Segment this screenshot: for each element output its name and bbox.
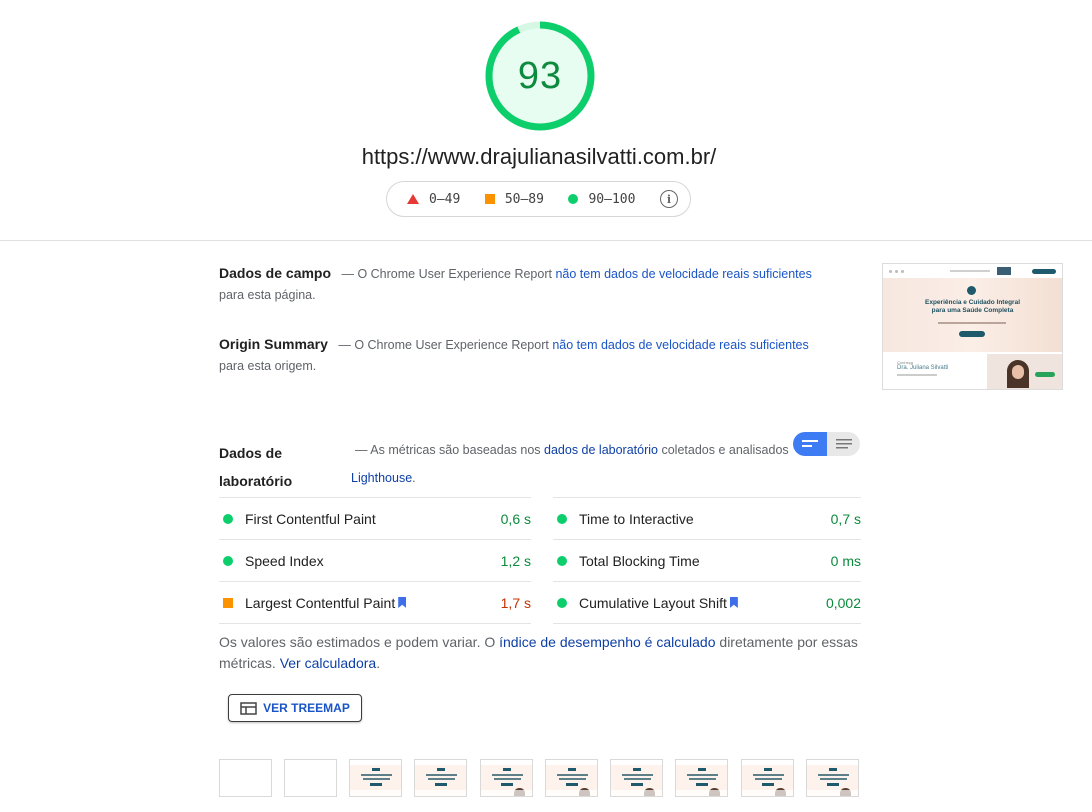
pass-circle-icon xyxy=(223,513,233,524)
filmstrip-frame xyxy=(806,759,859,797)
bookmark-icon xyxy=(729,597,738,608)
filmstrip-frame xyxy=(349,759,402,797)
bookmark-icon xyxy=(398,597,407,608)
pass-circle-icon xyxy=(557,555,567,566)
metric-column-left: First Contentful Paint 0,6 s Speed Index… xyxy=(219,497,531,624)
bars-icon xyxy=(802,440,818,447)
filmstrip-frame xyxy=(610,759,663,797)
metric-value: 0,7 s xyxy=(830,510,861,527)
metric-row: First Contentful Paint 0,6 s xyxy=(219,497,531,539)
metric-value: 1,7 s xyxy=(500,594,531,611)
origin-summary-title: Origin Summary xyxy=(219,336,328,352)
score-legend: 0–49 50–89 90–100 i xyxy=(386,181,691,217)
pass-circle-icon xyxy=(557,597,567,608)
field-data-section: Dados de campo — O Chrome User Experienc… xyxy=(219,265,812,302)
filmstrip-frame-empty xyxy=(219,759,272,797)
estimate-note: Os valores são estimados e podem variar.… xyxy=(219,634,858,671)
tested-url: https://www.drajulianasilvatti.com.br/ xyxy=(361,144,717,169)
metric-row: Time to Interactive 0,7 s xyxy=(553,497,861,539)
list-icon xyxy=(835,439,852,449)
metric-name: Largest Contentful Paint xyxy=(245,594,396,611)
triangle-icon xyxy=(407,194,419,204)
metric-name: Total Blocking Time xyxy=(579,552,700,569)
metric-value: 1,2 s xyxy=(500,552,531,569)
metric-name: Cumulative Layout Shift xyxy=(579,594,727,611)
legend-average: 50–89 xyxy=(484,192,544,207)
lab-data-title: Dados de laboratório xyxy=(219,445,293,489)
filmstrip-frame xyxy=(741,759,794,797)
metric-row: Speed Index 1,2 s xyxy=(219,539,531,581)
legend-pass: 90–100 xyxy=(568,192,635,207)
lab-data-description: — As métricas são baseadas nos dados de … xyxy=(351,443,789,485)
metrics-view-toggle-bars[interactable] xyxy=(793,432,827,456)
metric-value: 0 ms xyxy=(830,552,861,569)
performance-calc-link[interactable]: índice de desempenho é calculado xyxy=(499,634,715,650)
view-treemap-button[interactable]: VER TREEMAP xyxy=(228,694,362,722)
metrics-view-toggle-list[interactable] xyxy=(827,432,860,456)
performance-score: 93 xyxy=(517,54,563,97)
metric-name: Speed Index xyxy=(245,552,324,569)
page-screenshot: Experiência e Cuidado Integral para uma … xyxy=(882,263,1063,390)
filmstrip-frame-empty xyxy=(284,759,337,797)
metric-column-right: Time to Interactive 0,7 s Total Blocking… xyxy=(553,497,861,624)
field-data-title: Dados de campo xyxy=(219,265,332,281)
calculator-link[interactable]: Ver calculadora xyxy=(280,655,377,671)
section-divider xyxy=(0,240,1092,241)
metric-name: First Contentful Paint xyxy=(245,510,376,527)
filmstrip-frame xyxy=(675,759,728,797)
average-square-icon xyxy=(223,597,233,608)
square-icon xyxy=(484,194,495,204)
metric-name: Time to Interactive xyxy=(579,510,694,527)
treemap-icon xyxy=(240,701,257,715)
legend-fail: 0–49 xyxy=(407,192,460,207)
origin-summary-link[interactable]: não tem dados de velocidade reais sufici… xyxy=(552,338,808,352)
lighthouse-link[interactable]: Lighthouse xyxy=(351,471,412,485)
origin-summary-section: Origin Summary — O Chrome User Experienc… xyxy=(219,336,809,373)
pass-circle-icon xyxy=(223,555,233,566)
lab-data-link[interactable]: dados de laboratório xyxy=(544,443,658,457)
metric-value: 0,002 xyxy=(825,594,861,611)
metric-row: Total Blocking Time 0 ms xyxy=(553,539,861,581)
circle-icon xyxy=(568,194,579,204)
pass-circle-icon xyxy=(557,513,567,524)
info-icon[interactable]: i xyxy=(659,190,678,208)
field-data-link[interactable]: não tem dados de velocidade reais sufici… xyxy=(555,267,811,281)
filmstrip-frame xyxy=(414,759,467,797)
metrics-grid: First Contentful Paint 0,6 s Speed Index… xyxy=(219,497,861,624)
filmstrip-frame xyxy=(480,759,533,797)
metric-value: 0,6 s xyxy=(500,510,531,527)
filmstrip-frame xyxy=(545,759,598,797)
metric-row: Largest Contentful Paint 1,7 s xyxy=(219,581,531,624)
metric-row: Cumulative Layout Shift 0,002 xyxy=(553,581,861,624)
